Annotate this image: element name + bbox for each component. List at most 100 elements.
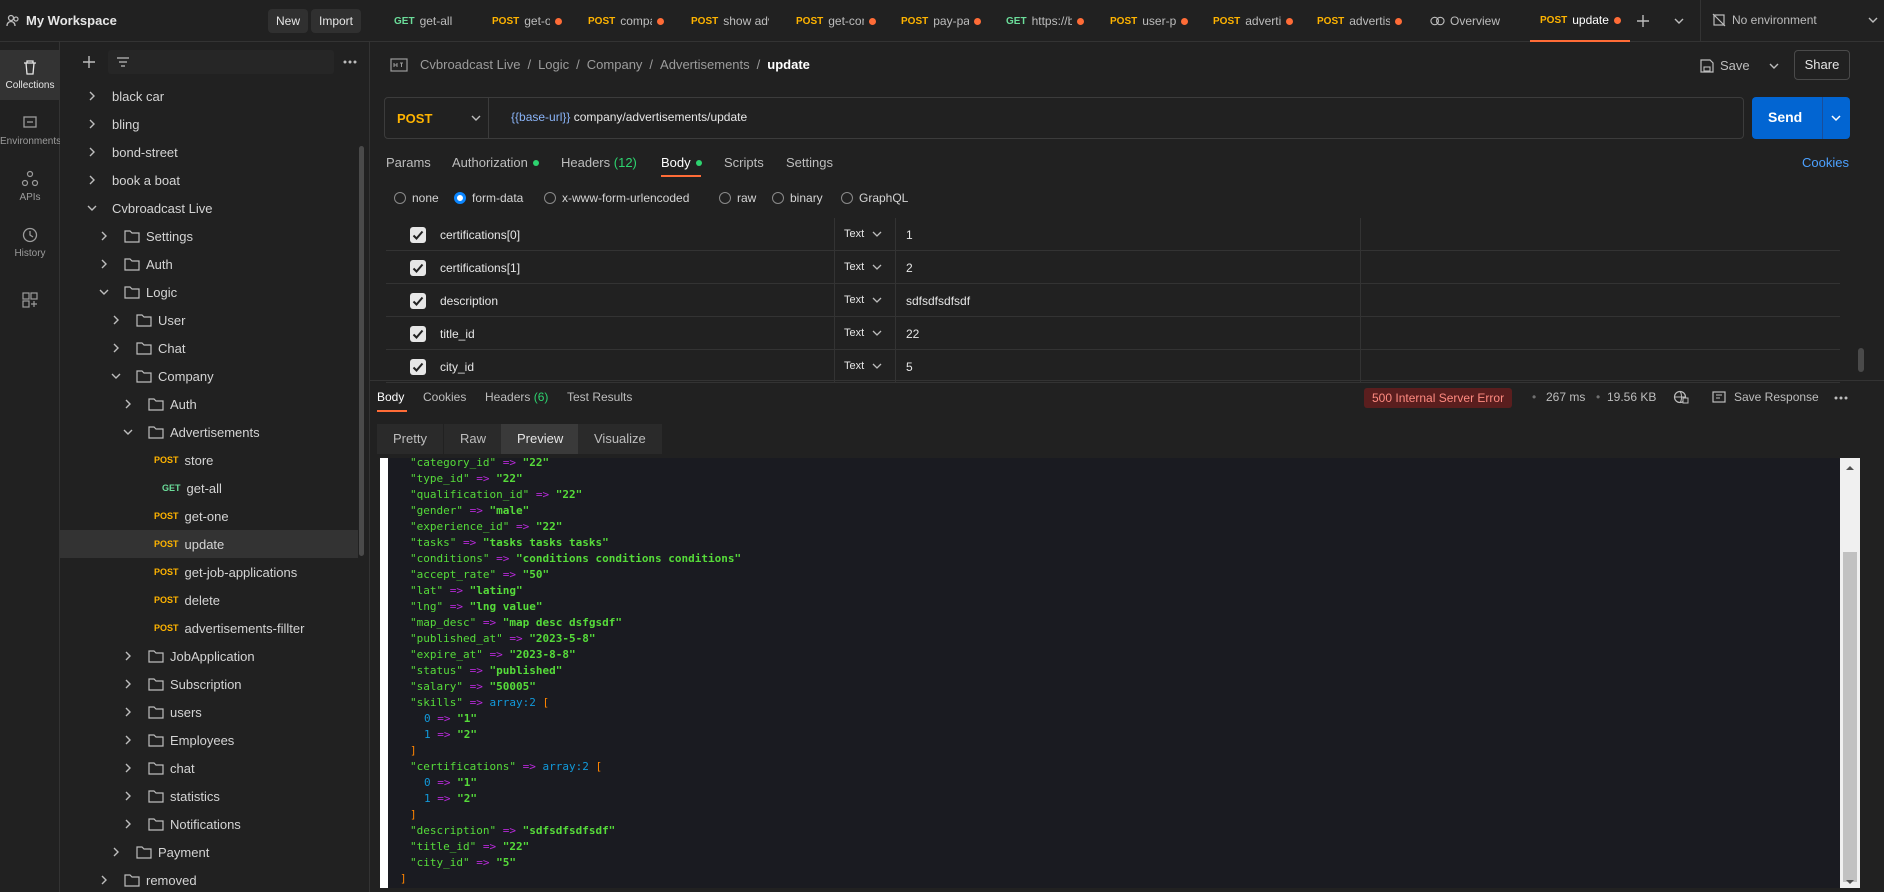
request-item-get-job[interactable]: POST get-job-applications <box>60 558 358 586</box>
configure-workbench-icon[interactable] <box>22 292 38 308</box>
chevron-down-icon[interactable] <box>1830 113 1842 123</box>
tab-request[interactable]: POST user-prof <box>1100 0 1198 42</box>
tree-item-logic[interactable]: Logic <box>60 278 358 306</box>
add-collection-icon[interactable] <box>82 55 96 69</box>
scroll-up-icon[interactable] <box>1844 464 1856 472</box>
row-value[interactable]: 2 <box>906 261 913 275</box>
tab-params[interactable]: Params <box>386 155 431 170</box>
chevron-down-icon[interactable] <box>110 370 122 382</box>
row-type-select[interactable]: Text <box>844 261 882 273</box>
tree-item-book-a-boat[interactable]: book a boat <box>60 166 358 194</box>
chevron-right-icon[interactable] <box>122 734 134 746</box>
preview-scrollbar-thumb[interactable] <box>1843 552 1857 882</box>
row-type-select[interactable]: Text <box>844 327 882 339</box>
row-checkbox[interactable] <box>410 326 426 342</box>
tab-body[interactable]: Body <box>661 155 702 170</box>
tree-item-user[interactable]: User <box>60 306 358 334</box>
row-type-select[interactable]: Text <box>844 294 882 306</box>
request-item-filter[interactable]: POST advertisements-fillter <box>60 614 358 642</box>
chevron-right-icon[interactable] <box>122 650 134 662</box>
tree-item-job-application[interactable]: JobApplication <box>60 642 358 670</box>
chevron-right-icon[interactable] <box>86 118 98 130</box>
chevron-right-icon[interactable] <box>110 314 122 326</box>
tab-update-active[interactable]: POST update <box>1530 0 1630 42</box>
radio-binary[interactable]: binary <box>772 191 823 205</box>
sidebar-search-input[interactable] <box>108 50 334 74</box>
row-checkbox[interactable] <box>410 293 426 309</box>
tree-item-chat[interactable]: Chat <box>60 334 358 362</box>
row-key[interactable]: title_id <box>440 327 475 341</box>
request-item-get-all[interactable]: GET get-all <box>60 474 358 502</box>
tab-overview[interactable]: Overview <box>1420 0 1510 42</box>
view-tab-preview[interactable]: Preview <box>501 424 580 454</box>
row-key[interactable]: city_id <box>440 360 474 374</box>
tab-request[interactable]: POST show adv <box>681 0 779 42</box>
row-value[interactable]: 22 <box>906 327 919 341</box>
tree-item-statistics[interactable]: statistics <box>60 782 358 810</box>
row-value[interactable]: 1 <box>906 228 913 242</box>
radio-raw[interactable]: raw <box>719 191 756 205</box>
tree-item-subscription[interactable]: Subscription <box>60 670 358 698</box>
more-options-icon[interactable] <box>343 60 357 64</box>
response-tab-headers[interactable]: Headers (6) <box>485 390 548 404</box>
tab-settings[interactable]: Settings <box>786 155 833 170</box>
request-item-update[interactable]: POST update <box>60 530 358 558</box>
breadcrumb-item[interactable]: Advertisements <box>660 57 750 72</box>
add-tab-icon[interactable] <box>1636 14 1650 28</box>
chevron-right-icon[interactable] <box>122 678 134 690</box>
tab-request[interactable]: GET get-all <box>384 0 469 42</box>
tree-item-notifications[interactable]: Notifications <box>60 810 358 838</box>
request-item-get-one[interactable]: POST get-one <box>60 502 358 530</box>
response-preview[interactable]: "category_id" => "22" "type_id" => "22" "q… <box>380 458 1860 888</box>
tab-request[interactable]: POST pay-pack <box>891 0 991 42</box>
save-button[interactable]: Save <box>1700 58 1750 73</box>
request-item-delete[interactable]: POST delete <box>60 586 358 614</box>
row-type-select[interactable]: Text <box>844 360 882 372</box>
tab-request[interactable]: POST advertis <box>1203 0 1303 42</box>
import-button[interactable]: Import <box>311 9 362 33</box>
chevron-right-icon[interactable] <box>122 398 134 410</box>
tree-item-advertisements[interactable]: Advertisements <box>60 418 358 446</box>
chevron-right-icon[interactable] <box>122 818 134 830</box>
chevron-right-icon[interactable] <box>98 874 110 886</box>
row-type-select[interactable]: Text <box>844 228 882 240</box>
rail-collections[interactable]: Collections <box>0 50 60 100</box>
response-tab-cookies[interactable]: Cookies <box>423 390 466 404</box>
tree-item-auth[interactable]: Auth <box>60 250 358 278</box>
rail-history[interactable]: History <box>0 218 60 268</box>
view-tab-visualize[interactable]: Visualize <box>578 424 662 454</box>
url-input[interactable]: {{base-url}} company/advertisements/upda… <box>511 110 747 124</box>
row-key[interactable]: description <box>440 294 498 308</box>
tab-request[interactable]: GET https://ba <box>996 0 1094 42</box>
tree-item-company[interactable]: Company <box>60 362 358 390</box>
view-tab-pretty[interactable]: Pretty <box>377 424 443 454</box>
row-value[interactable]: 5 <box>906 360 913 374</box>
chevron-right-icon[interactable] <box>122 762 134 774</box>
breadcrumb-item[interactable]: Company <box>587 57 643 72</box>
new-button[interactable]: New <box>268 9 309 33</box>
tab-authorization[interactable]: Authorization <box>452 155 539 170</box>
response-tab-body[interactable]: Body <box>377 390 404 404</box>
row-checkbox[interactable] <box>410 227 426 243</box>
environment-selector[interactable]: No environment <box>1712 13 1879 27</box>
tree-item-employees[interactable]: Employees <box>60 726 358 754</box>
tree-item-cvbroadcast[interactable]: Cvbroadcast Live <box>60 194 358 222</box>
tree-item-bond-street[interactable]: bond-street <box>60 138 358 166</box>
rail-environments[interactable]: Environments <box>0 106 61 156</box>
tab-request[interactable]: POST advertis <box>1307 0 1412 42</box>
row-checkbox[interactable] <box>410 260 426 276</box>
row-value[interactable]: sdfsdfsdfsdf <box>906 294 970 308</box>
status-badge[interactable]: 500 Internal Server Error <box>1364 388 1513 408</box>
tab-request[interactable]: POST get-one <box>482 0 572 42</box>
chevron-down-icon[interactable] <box>86 202 98 214</box>
save-dropdown-icon[interactable] <box>1768 61 1780 71</box>
row-key[interactable]: certifications[1] <box>440 261 520 275</box>
chevron-right-icon[interactable] <box>98 258 110 270</box>
tab-scripts[interactable]: Scripts <box>724 155 764 170</box>
tree-item-payment[interactable]: Payment <box>60 838 358 866</box>
chevron-right-icon[interactable] <box>122 790 134 802</box>
share-button[interactable]: Share <box>1794 50 1850 80</box>
chevron-right-icon[interactable] <box>110 342 122 354</box>
tree-item-removed[interactable]: removed <box>60 866 358 892</box>
tab-request[interactable]: POST company <box>578 0 674 42</box>
